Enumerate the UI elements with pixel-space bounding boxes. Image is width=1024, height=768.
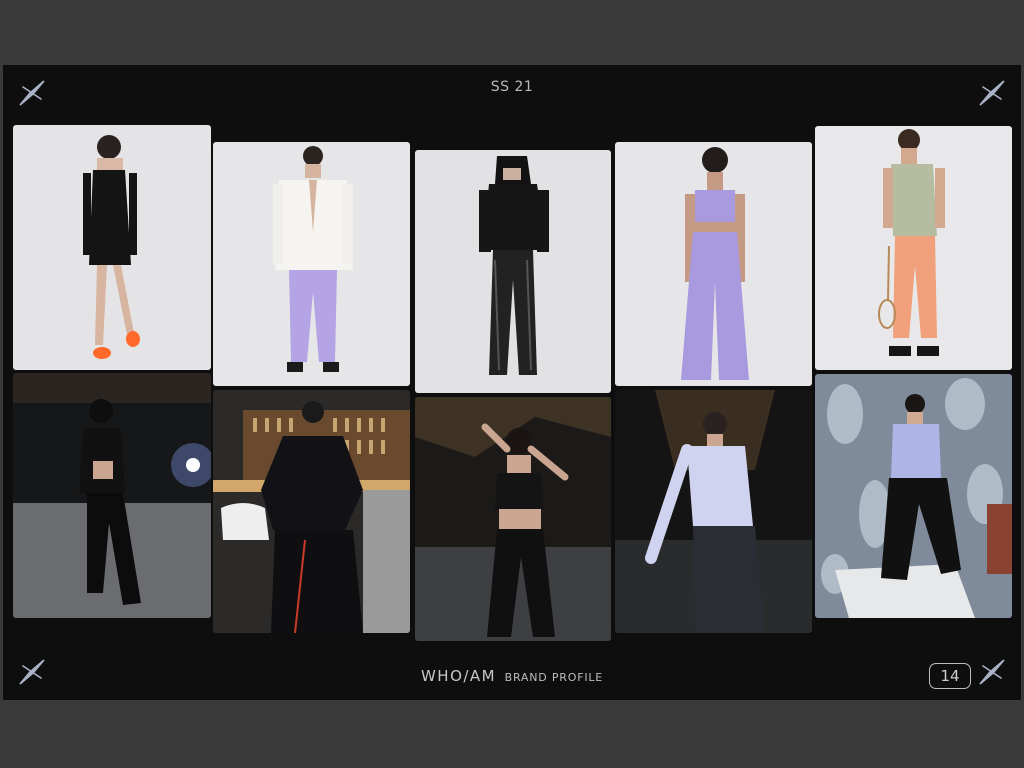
look-photo-black-suit-spotlight [13, 373, 211, 618]
look-photo-bar-lounge [213, 390, 410, 633]
brand-name: WHO/AM [420, 667, 497, 685]
brand-footer: WHO/AM BRAND PROFILE [3, 667, 1021, 686]
look-photo-black-hoodie-leather [415, 150, 611, 393]
look-photo-white-blazer [213, 142, 410, 386]
page-number: 14 [929, 663, 971, 689]
brand-subtitle: BRAND PROFILE [504, 671, 604, 684]
season-title: SS 21 [490, 79, 534, 95]
look-photo-black-crop-leather [415, 397, 611, 641]
lookbook-slide: SS 21 WHO/AM BRAND PROFILE 14 [3, 65, 1021, 700]
look-photo-lavender-set-back [615, 142, 812, 386]
look-photo-black-dress [13, 125, 211, 370]
look-photo-chrome-wall [815, 374, 1012, 618]
look-photo-sage-tee-tennis [815, 126, 1012, 370]
look-photo-lavender-sweater-skirt [615, 390, 812, 633]
